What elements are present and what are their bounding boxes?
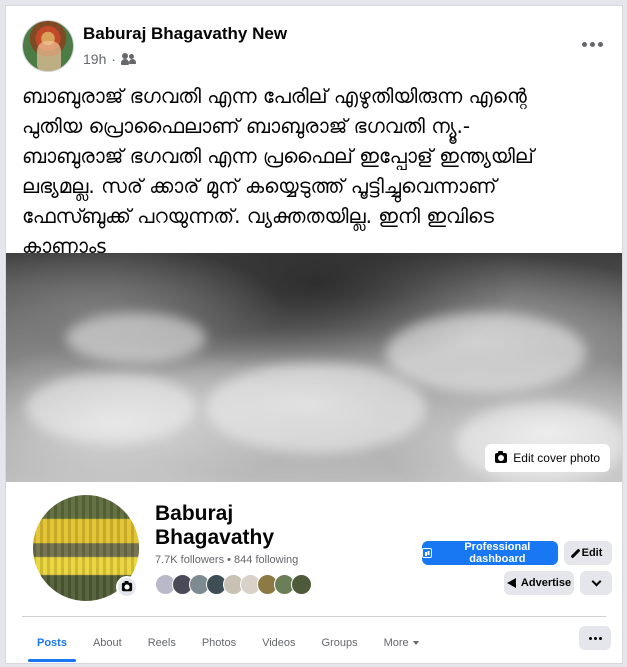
tab-more[interactable]: More <box>371 624 432 662</box>
edit-profile-button[interactable]: Edit <box>564 541 612 565</box>
tab-label: About <box>92 637 122 649</box>
tab-videos[interactable]: Videos <box>249 624 308 662</box>
tab-groups[interactable]: Groups <box>309 624 371 662</box>
friends-icon[interactable] <box>121 52 137 66</box>
professional-dashboard-label: Professional dashboard <box>464 541 531 565</box>
author-name[interactable]: Baburaj Bhagavathy New <box>83 24 287 44</box>
tab-label: Groups <box>321 637 358 649</box>
tab-label: Videos <box>262 637 296 649</box>
cover-photo[interactable]: Edit cover photo <box>6 253 622 482</box>
edit-profile-label: Edit <box>581 547 603 559</box>
more-horizontal-icon <box>581 41 587 47</box>
update-profile-picture-button[interactable] <box>116 576 138 598</box>
post-card: Baburaj Bhagavathy New 19h · ബാബുരാജ് ഭഗ… <box>5 5 623 664</box>
camera-icon <box>495 451 508 463</box>
professional-dashboard-button[interactable]: Professional dashboard <box>422 541 558 565</box>
tab-label: Photos <box>201 637 237 649</box>
more-horizontal-icon <box>588 636 592 640</box>
post-time[interactable]: 19h <box>83 51 106 67</box>
post-header: Baburaj Bhagavathy New 19h · <box>6 6 622 76</box>
tab-reels[interactable]: Reels <box>135 624 189 662</box>
profile-divider <box>22 616 606 617</box>
tab-about[interactable]: About <box>80 624 135 662</box>
chevron-down-icon <box>591 576 601 586</box>
meta-separator: · <box>111 51 117 67</box>
camera-icon <box>121 581 133 592</box>
post-text: ബാബുരാജ് ഭഗവതി എന്ന പേരില് എഴുതിയിരുന്ന … <box>22 84 534 258</box>
profile-tabs-more-button[interactable] <box>579 626 611 650</box>
follow-counts[interactable]: 7.7K followers • 844 following <box>155 554 298 566</box>
tab-posts[interactable]: Posts <box>24 624 80 662</box>
advertise-button[interactable]: Advertise <box>504 571 574 595</box>
edit-cover-photo-label: Edit cover photo <box>513 451 600 465</box>
caret-down-icon <box>412 641 419 645</box>
profile-name: Baburaj Bhagavathy <box>155 502 275 549</box>
pencil-icon <box>570 548 581 558</box>
megaphone-icon <box>506 578 516 588</box>
post-more-options-button[interactable] <box>578 34 606 54</box>
tab-label: Reels <box>147 637 176 649</box>
follower-avatars[interactable] <box>155 574 312 595</box>
profile-options-dropdown-button[interactable] <box>580 571 612 595</box>
author-avatar[interactable] <box>22 20 74 72</box>
dashboard-icon <box>422 548 432 558</box>
tab-photos[interactable]: Photos <box>189 624 249 662</box>
profile-tabs: Posts About Reels Photos Videos Groups M… <box>24 624 432 662</box>
follower-avatar[interactable] <box>291 574 312 595</box>
advertise-label: Advertise <box>520 577 572 589</box>
post-meta: 19h · <box>83 51 137 67</box>
tab-label: Posts <box>37 637 67 649</box>
edit-cover-photo-button[interactable]: Edit cover photo <box>485 444 610 472</box>
tab-label: More <box>383 637 409 649</box>
